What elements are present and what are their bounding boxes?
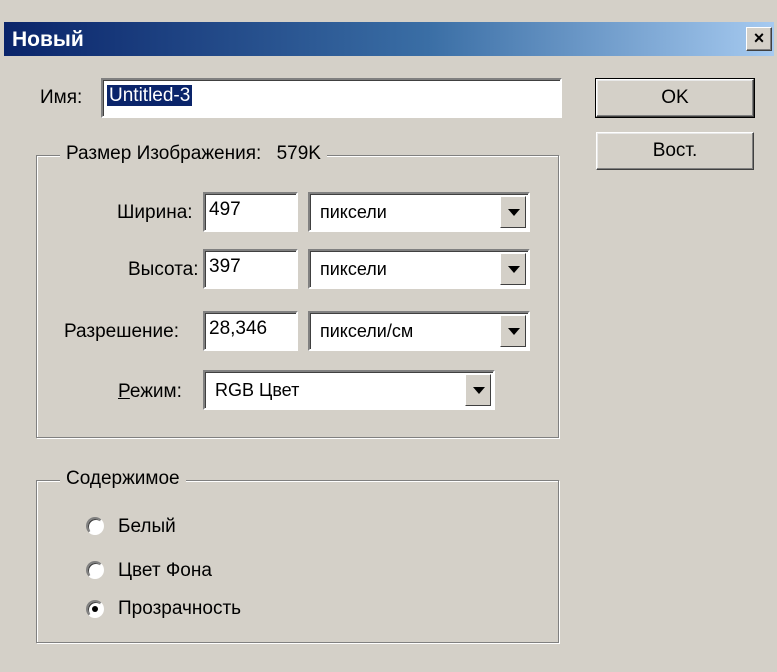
title-bar[interactable]: Новый × bbox=[4, 22, 774, 56]
mode-value: RGB Цвет bbox=[215, 380, 300, 400]
width-unit-select[interactable]: пиксели bbox=[308, 192, 530, 232]
width-unit-value: пиксели bbox=[320, 202, 387, 222]
mode-select[interactable]: RGB Цвет bbox=[203, 370, 495, 410]
radio-white-label[interactable]: Белый bbox=[118, 516, 176, 538]
height-input[interactable]: 397 bbox=[203, 249, 298, 289]
image-size-value: 579K bbox=[276, 143, 321, 164]
resolution-unit-value: пиксели/см bbox=[320, 321, 414, 341]
name-input[interactable]: Untitled-3 bbox=[101, 78, 562, 118]
radio-transparent[interactable] bbox=[86, 600, 104, 618]
image-size-legend: Размер Изображения: 579K bbox=[60, 143, 327, 165]
close-icon: × bbox=[753, 28, 765, 48]
radio-white[interactable] bbox=[86, 517, 104, 535]
reset-button[interactable]: Вост. bbox=[596, 132, 754, 170]
name-label: Имя: bbox=[40, 87, 83, 108]
mode-label: Режим: bbox=[118, 381, 182, 402]
chevron-down-icon[interactable] bbox=[500, 253, 526, 285]
height-unit-value: пиксели bbox=[320, 259, 387, 279]
radio-transparent-label[interactable]: Прозрачность bbox=[118, 598, 241, 620]
width-label: Ширина: bbox=[117, 202, 193, 223]
image-size-label: Размер Изображения: bbox=[66, 143, 262, 164]
chevron-down-icon[interactable] bbox=[500, 315, 526, 347]
resolution-unit-select[interactable]: пиксели/см bbox=[308, 311, 530, 351]
height-label: Высота: bbox=[128, 259, 199, 280]
height-unit-select[interactable]: пиксели bbox=[308, 249, 530, 289]
radio-background-color[interactable] bbox=[86, 561, 104, 579]
resolution-label: Разрешение: bbox=[64, 321, 180, 342]
contents-legend: Содержимое bbox=[60, 468, 186, 490]
chevron-down-icon[interactable] bbox=[500, 196, 526, 228]
chevron-down-icon[interactable] bbox=[465, 374, 491, 406]
new-image-dialog: Новый × Имя: Untitled-3 OK Вост. Размер … bbox=[0, 0, 777, 672]
name-value: Untitled-3 bbox=[107, 85, 193, 106]
contents-group bbox=[36, 480, 559, 643]
dialog-title: Новый bbox=[12, 28, 84, 51]
radio-background-color-label[interactable]: Цвет Фона bbox=[118, 560, 212, 582]
resolution-input[interactable]: 28,346 bbox=[203, 311, 298, 351]
close-button[interactable]: × bbox=[746, 27, 772, 51]
width-input[interactable]: 497 bbox=[203, 192, 298, 232]
ok-button[interactable]: OK bbox=[595, 78, 755, 118]
